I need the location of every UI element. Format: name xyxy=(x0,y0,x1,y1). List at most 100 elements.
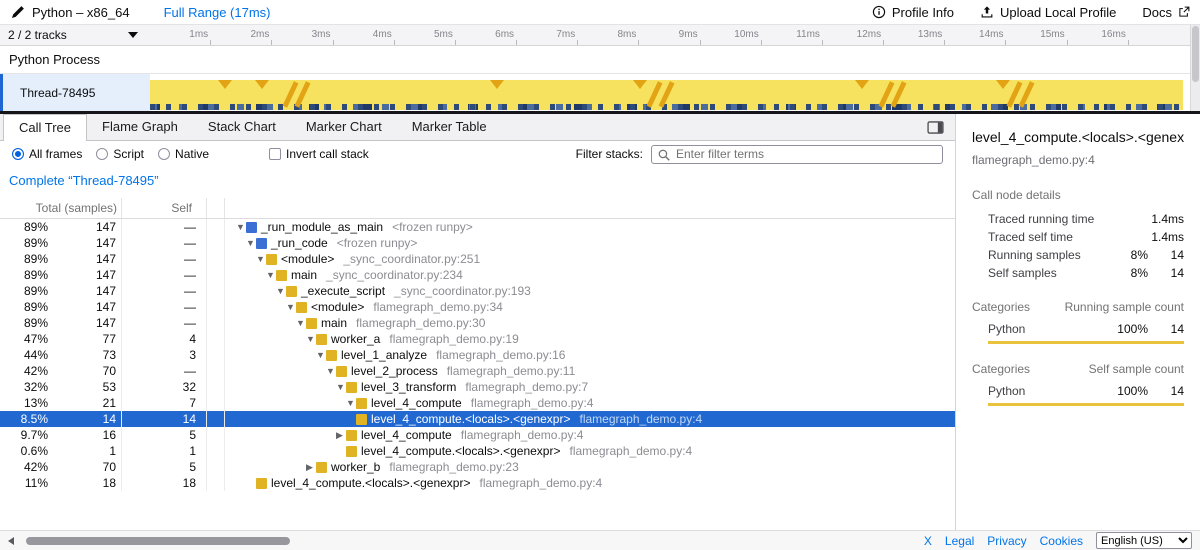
upload-profile-button[interactable]: Upload Local Profile xyxy=(980,5,1116,20)
tree-row[interactable]: 89%147—▼main_sync_coordinator.py:234 xyxy=(0,267,955,283)
self-samples: 7 xyxy=(122,395,207,411)
collapse-icon[interactable]: ▼ xyxy=(306,331,316,347)
expand-icon[interactable]: ▶ xyxy=(306,459,316,475)
marker-triangle-icon[interactable] xyxy=(996,80,1010,89)
footer-link-cookies[interactable]: Cookies xyxy=(1040,534,1083,548)
tab-flame-graph[interactable]: Flame Graph xyxy=(87,114,193,140)
marker-triangle-icon[interactable] xyxy=(490,80,504,89)
function-name: main xyxy=(291,268,317,282)
self-samples: — xyxy=(122,235,207,251)
tree-row[interactable]: 89%147—▼_execute_script_sync_coordinator… xyxy=(0,283,955,299)
thread-track[interactable]: Thread-78495 xyxy=(0,74,1190,111)
radio-native[interactable]: Native xyxy=(158,147,209,161)
sidebar-toggle-button[interactable] xyxy=(925,119,946,136)
activity-graph[interactable] xyxy=(150,74,1190,111)
total-cell: 13%21 xyxy=(0,395,122,411)
footer-link-legal[interactable]: Legal xyxy=(945,534,974,548)
scroll-left-arrow[interactable] xyxy=(8,537,14,545)
thread-track-label[interactable]: Thread-78495 xyxy=(3,74,150,111)
collapse-icon[interactable]: ▼ xyxy=(266,267,276,283)
icon-gap-cell xyxy=(207,427,225,443)
collapse-icon[interactable]: ▼ xyxy=(326,363,336,379)
column-header-total: Total (samples) xyxy=(0,198,122,218)
collapse-icon[interactable]: ▼ xyxy=(236,219,246,235)
tree-row[interactable]: 0.6%11level_4_compute.<locals>.<genexpr>… xyxy=(0,443,955,459)
radio-script[interactable]: Script xyxy=(96,147,144,161)
tracks-dropdown[interactable]: 2 / 2 tracks xyxy=(0,25,150,45)
tab-call-tree[interactable]: Call Tree xyxy=(3,114,87,141)
collapse-icon[interactable]: ▼ xyxy=(316,347,326,363)
collapse-icon[interactable]: ▼ xyxy=(346,395,356,411)
total-cell: 0.6%1 xyxy=(0,443,122,459)
column-header-tree xyxy=(225,198,955,218)
topbar: Python – x86_64 Full Range (17ms) Profil… xyxy=(0,0,1200,25)
process-track-header[interactable]: Python Process xyxy=(0,46,1190,74)
tree-row[interactable]: 8.5%1414level_4_compute.<locals>.<genexp… xyxy=(0,411,955,427)
radio-all-frames[interactable]: All frames xyxy=(12,147,82,161)
tab-stack-chart[interactable]: Stack Chart xyxy=(193,114,291,140)
invert-call-stack-checkbox[interactable]: Invert call stack xyxy=(269,147,369,161)
tree-row[interactable]: 89%147—▼_run_code<frozen runpy> xyxy=(0,235,955,251)
marker-triangle-icon[interactable] xyxy=(218,80,232,89)
file-location: flamegraph_demo.py:34 xyxy=(373,300,502,314)
invert-call-stack-label: Invert call stack xyxy=(286,147,369,161)
tree-row[interactable]: 47%774▼worker_aflamegraph_demo.py:19 xyxy=(0,331,955,347)
collapse-icon[interactable]: ▼ xyxy=(246,235,256,251)
function-name: level_4_compute.<locals>.<genexpr> xyxy=(371,412,570,426)
total-samples: 147 xyxy=(48,300,121,314)
tab-marker-chart[interactable]: Marker Chart xyxy=(291,114,397,140)
profile-info-button[interactable]: Profile Info xyxy=(872,5,954,20)
tree-row[interactable]: 89%147—▼<module>flamegraph_demo.py:34 xyxy=(0,299,955,315)
ruler-tick-label: 14ms xyxy=(979,29,1003,40)
stat-traced-self-time: Traced self time 1.4ms xyxy=(972,228,1184,246)
collapse-icon[interactable]: ▼ xyxy=(276,283,286,299)
icon-gap-cell xyxy=(207,331,225,347)
footer-link-privacy[interactable]: Privacy xyxy=(987,534,1026,548)
tree-row[interactable]: 89%147—▼_run_module_as_main<frozen runpy… xyxy=(0,219,955,235)
call-node-stats: Traced running time 1.4ms Traced self ti… xyxy=(972,210,1184,282)
collapse-icon[interactable]: ▼ xyxy=(336,379,346,395)
tree-row[interactable]: 13%217▼level_4_computeflamegraph_demo.py… xyxy=(0,395,955,411)
horizontal-scrollbar[interactable] xyxy=(20,537,660,545)
tree-cell: ▶worker_bflamegraph_demo.py:23 xyxy=(225,459,955,475)
ruler-tick-label: 8ms xyxy=(618,29,637,40)
tree-row[interactable]: 89%147—▼<module>_sync_coordinator.py:251 xyxy=(0,251,955,267)
tree-cell: level_4_compute.<locals>.<genexpr>flameg… xyxy=(225,475,955,491)
total-cell: 89%147 xyxy=(0,283,122,299)
horizontal-scrollbar-thumb[interactable] xyxy=(26,537,290,545)
marker-triangle-icon[interactable] xyxy=(633,80,647,89)
total-samples: 147 xyxy=(48,284,121,298)
filter-stacks-label: Filter stacks: xyxy=(576,147,643,161)
tree-row[interactable]: 11%1818level_4_compute.<locals>.<genexpr… xyxy=(0,475,955,491)
marker-triangle-icon[interactable] xyxy=(855,80,869,89)
icon-gap-cell xyxy=(207,379,225,395)
expand-icon[interactable]: ▶ xyxy=(336,427,346,443)
docs-link[interactable]: Docs xyxy=(1142,5,1190,20)
category-swatch xyxy=(266,254,277,265)
panel-tabbar: Call Tree Flame Graph Stack Chart Marker… xyxy=(0,114,955,141)
collapse-icon[interactable]: ▼ xyxy=(256,251,266,267)
docs-label: Docs xyxy=(1142,5,1172,20)
tree-row[interactable]: 42%705▶worker_bflamegraph_demo.py:23 xyxy=(0,459,955,475)
tree-row[interactable]: 44%733▼level_1_analyzeflamegraph_demo.py… xyxy=(0,347,955,363)
tree-row[interactable]: 89%147—▼mainflamegraph_demo.py:30 xyxy=(0,315,955,331)
footer-link-x[interactable]: X xyxy=(924,534,932,548)
collapse-icon[interactable]: ▼ xyxy=(286,299,296,315)
full-range-link[interactable]: Full Range (17ms) xyxy=(164,5,271,20)
marker-triangle-icon[interactable] xyxy=(255,80,269,89)
ruler-tick-label: 5ms xyxy=(434,29,453,40)
timeline-vertical-scrollbar[interactable] xyxy=(1190,25,1200,111)
tab-marker-table[interactable]: Marker Table xyxy=(397,114,502,140)
function-name: level_4_compute xyxy=(371,396,462,410)
icon-gap-cell xyxy=(207,459,225,475)
self-samples: — xyxy=(122,363,207,379)
icon-gap-cell xyxy=(207,475,225,491)
language-select[interactable]: English (US) xyxy=(1096,532,1192,549)
total-cell: 8.5%14 xyxy=(0,411,122,427)
filter-input[interactable] xyxy=(651,145,943,164)
tree-row[interactable]: 9.7%165▶level_4_computeflamegraph_demo.p… xyxy=(0,427,955,443)
tree-row[interactable]: 32%5332▼level_3_transformflamegraph_demo… xyxy=(0,379,955,395)
breadcrumb-root-link[interactable]: Complete “Thread-78495” xyxy=(9,173,159,188)
collapse-icon[interactable]: ▼ xyxy=(296,315,306,331)
tree-row[interactable]: 42%70—▼level_2_processflamegraph_demo.py… xyxy=(0,363,955,379)
